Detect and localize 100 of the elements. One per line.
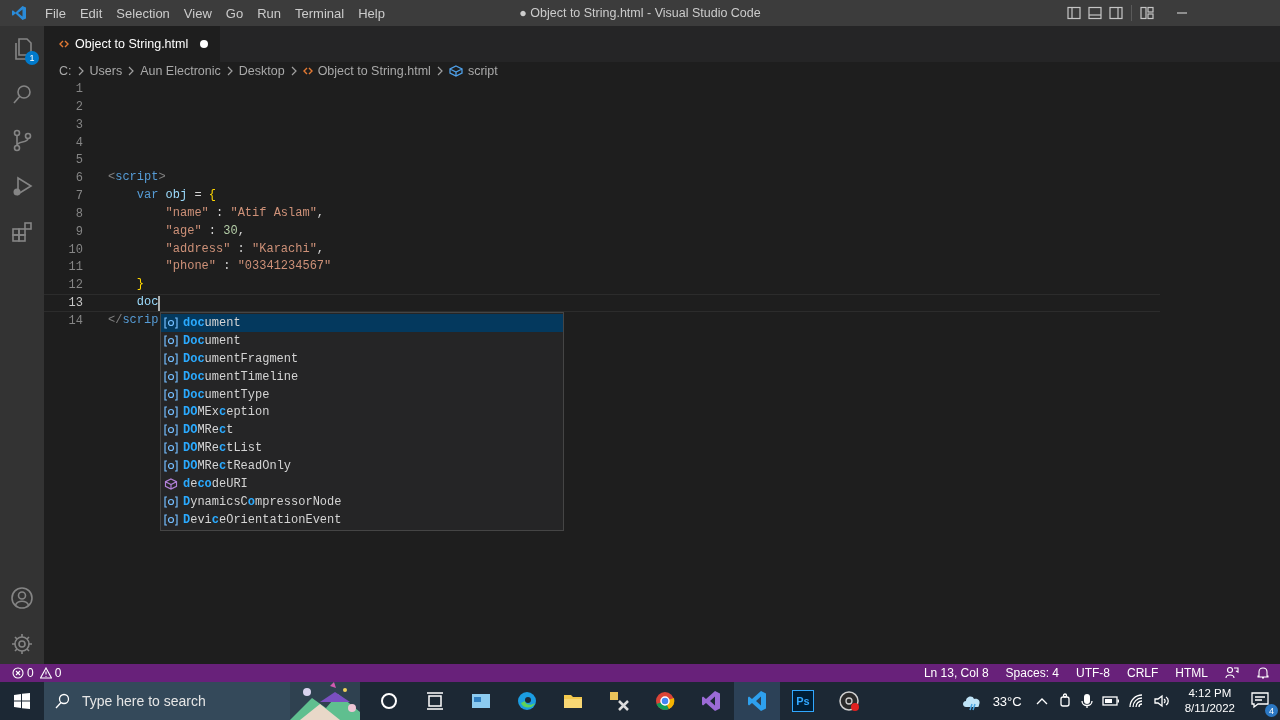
account-icon[interactable] — [10, 586, 34, 610]
suggestion-item[interactable]: document — [161, 314, 563, 332]
suggestion-item[interactable]: DOMRect — [161, 421, 563, 440]
windows-start-icon[interactable] — [13, 692, 31, 710]
suggestion-item[interactable]: DOMException — [161, 403, 563, 422]
code-token: > — [158, 169, 166, 187]
menu-item[interactable]: Help — [351, 5, 392, 21]
code-token: : — [222, 258, 232, 276]
menu-item[interactable]: View — [176, 5, 219, 21]
chevron-right-icon — [225, 66, 234, 76]
menu-item[interactable]: Edit — [72, 5, 110, 21]
line-number: 1 — [74, 81, 83, 97]
code-token: : — [215, 204, 225, 222]
suggestion-item[interactable]: DOMRectReadOnly — [161, 457, 563, 475]
code-token: } — [135, 276, 144, 294]
toggle-sidebar-icon[interactable] — [1066, 5, 1082, 21]
speaker-icon[interactable] — [1153, 694, 1170, 708]
code-token: "address" — [164, 240, 231, 258]
status-item[interactable]: UTF-8 — [1076, 666, 1110, 680]
weather-temperature[interactable]: 33°C — [992, 693, 1022, 709]
tools-icon[interactable] — [607, 689, 631, 713]
code-token: { — [208, 187, 217, 205]
suggestion-item[interactable]: DocumentFragment — [161, 349, 563, 368]
suggestion-item[interactable]: DynamicsCompressorNode — [161, 492, 563, 511]
menu-item[interactable]: Go — [218, 5, 251, 21]
variable-icon — [164, 495, 178, 508]
status-item[interactable]: Ln 13, Col 8 — [923, 666, 989, 680]
code-token: var — [135, 187, 159, 205]
suggestion-item[interactable]: DeviceOrientationEvent — [161, 510, 563, 529]
feedback-icon[interactable] — [1225, 666, 1239, 680]
variable-icon — [164, 316, 178, 329]
suggestion-item[interactable]: DOMRectList — [161, 439, 563, 458]
warning-icon — [39, 667, 52, 679]
battery-icon[interactable] — [1101, 695, 1120, 707]
notification-icon[interactable] — [1250, 691, 1270, 709]
breadcrumb-item[interactable]: script — [467, 64, 498, 78]
code-token: script — [115, 169, 159, 187]
settings-icon[interactable] — [10, 632, 34, 656]
tab-label[interactable]: Object to String.html — [75, 37, 189, 51]
clock-date[interactable]: 8/11/2022 — [1184, 701, 1235, 716]
line-number: 5 — [74, 152, 83, 169]
menu-item[interactable]: Terminal — [288, 5, 352, 21]
cube-icon — [164, 477, 178, 490]
variable-icon — [164, 334, 178, 347]
search-bar[interactable]: Type here to search — [44, 682, 360, 720]
problems-indicator[interactable]: 0 0 — [12, 666, 65, 680]
suggestion-item[interactable]: decodeURI — [161, 475, 563, 493]
menu-item[interactable]: Run — [250, 5, 288, 21]
suggestion-item[interactable]: Document — [161, 331, 563, 350]
microphone-icon[interactable] — [1080, 693, 1093, 709]
customize-layout-icon[interactable] — [1139, 5, 1155, 21]
line-number: 3 — [74, 116, 83, 133]
status-item[interactable]: HTML — [1175, 666, 1208, 680]
status-item[interactable]: CRLF — [1127, 666, 1159, 680]
breadcrumb-item[interactable]: C: — [59, 64, 72, 78]
code-token: : — [207, 222, 218, 240]
breadcrumb-item[interactable]: Object to String.html — [317, 64, 431, 78]
recorder-icon[interactable] — [837, 689, 861, 713]
line-number: 9 — [74, 223, 83, 240]
toggle-panel-icon[interactable] — [1087, 5, 1103, 21]
code-token: , — [316, 240, 325, 258]
breadcrumb-item[interactable]: Desktop — [238, 64, 285, 78]
menu-item[interactable]: Selection — [109, 5, 177, 21]
wifi-icon[interactable] — [1128, 694, 1145, 708]
chevron-right-icon — [127, 66, 136, 76]
photoshop-button[interactable]: Ps — [792, 690, 814, 712]
search-icon[interactable] — [10, 82, 34, 106]
chevron-right-icon — [289, 66, 298, 76]
edge-icon[interactable] — [515, 689, 539, 713]
code-token: "age" — [164, 222, 202, 240]
meet-now-icon[interactable] — [1057, 693, 1072, 709]
chevron-right-icon — [76, 66, 85, 76]
toggle-secondary-sidebar-icon[interactable] — [1108, 5, 1124, 21]
code-token: "03341234567" — [237, 258, 332, 276]
visual-studio-icon[interactable] — [699, 689, 723, 713]
clock-time[interactable]: 4:12 PM — [1188, 686, 1232, 701]
vscode-icon[interactable] — [745, 689, 769, 713]
search-icon — [54, 693, 70, 709]
suggestion-item[interactable]: DocumentTimeline — [161, 367, 563, 386]
code-token: obj — [164, 187, 189, 205]
chrome-icon[interactable] — [653, 689, 677, 713]
bell-icon[interactable] — [1256, 666, 1270, 680]
code-token: "Karachi" — [252, 240, 317, 258]
extensions-icon[interactable] — [10, 220, 34, 244]
variable-icon — [164, 460, 178, 473]
code-token: "name" — [164, 204, 209, 222]
menu-item[interactable]: File — [38, 5, 73, 21]
search-field[interactable]: Type here to search — [80, 692, 280, 710]
code-token: "Atif Aslam" — [230, 204, 317, 222]
status-item[interactable]: Spaces: 4 — [1005, 666, 1059, 680]
code-token: : — [236, 240, 246, 258]
line-number: 11 — [67, 259, 83, 276]
editor-tab[interactable]: Object to String.html — [44, 26, 221, 62]
notification-count: 4 — [1265, 704, 1278, 717]
html-file-icon — [302, 66, 313, 76]
variable-icon — [164, 424, 178, 437]
suggestion-item[interactable]: DocumentType — [161, 385, 563, 404]
breadcrumb-item[interactable]: Aun Electronic — [140, 64, 221, 78]
badge: 1 — [25, 51, 39, 65]
breadcrumb-item[interactable]: Users — [89, 64, 123, 78]
